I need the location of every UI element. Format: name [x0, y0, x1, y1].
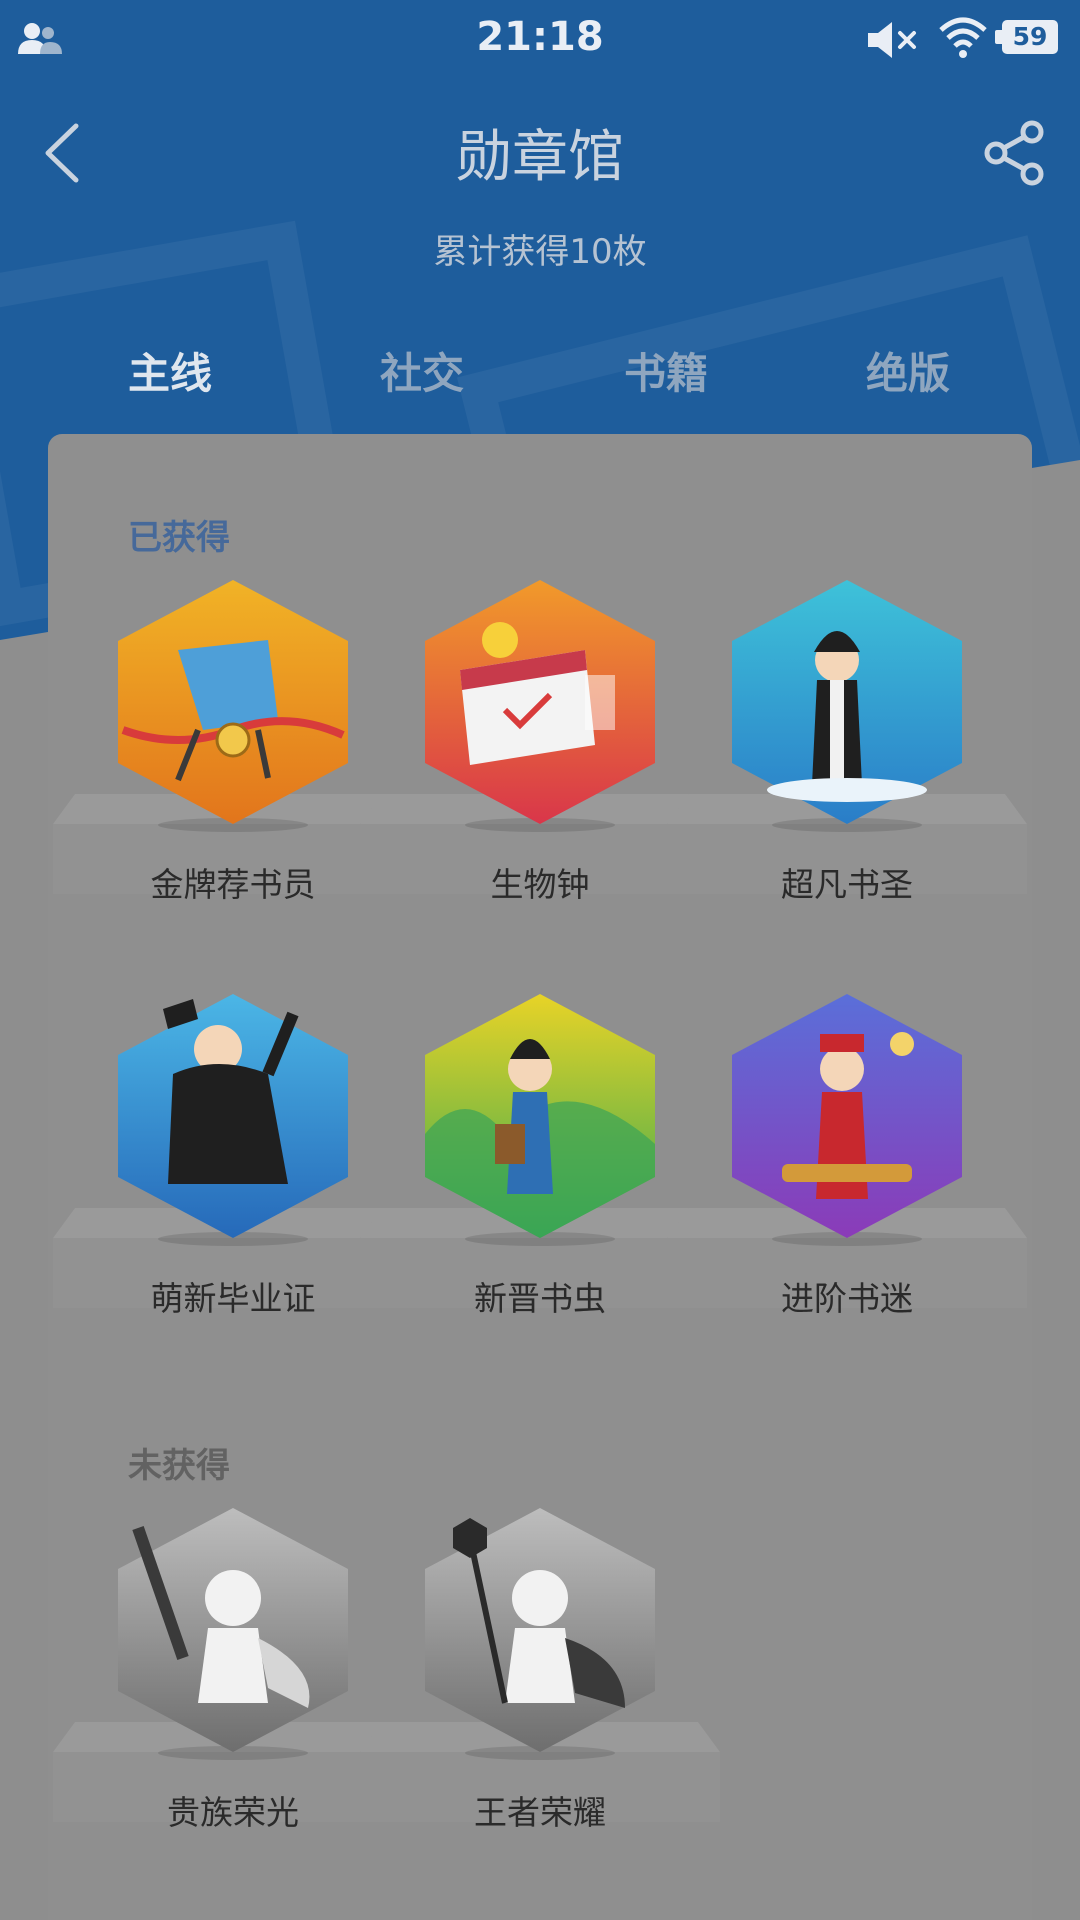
badge-name: 金牌荐书员: [150, 865, 316, 904]
biological-clock-badge-icon: [425, 580, 655, 824]
badge-name: 进阶书迷: [781, 1279, 913, 1318]
badge-item[interactable]: 贵族荣光: [53, 1508, 413, 1848]
mute-icon: [866, 20, 922, 64]
badge-name: 王者荣耀: [474, 1793, 606, 1832]
badge-item[interactable]: 进阶书迷: [667, 994, 1027, 1334]
badge-name: 超凡书圣: [781, 865, 913, 904]
badge-name: 贵族荣光: [167, 1793, 299, 1832]
battery-icon: 59: [995, 20, 1058, 54]
unearned-section-label: 未获得: [128, 1446, 230, 1486]
advanced-reader-badge-icon: [732, 994, 962, 1238]
badge-count-subtitle: 累计获得10枚: [433, 232, 647, 272]
page-title: 勋章馆: [456, 125, 624, 190]
wifi-icon: [938, 16, 988, 64]
new-bookworm-badge-icon: [425, 994, 655, 1238]
badge-item[interactable]: 萌新毕业证: [53, 994, 413, 1334]
badge-item[interactable]: 新晋书虫: [360, 994, 720, 1334]
tab-books[interactable]: 书籍: [624, 340, 708, 401]
gold-recommender-badge-icon: [118, 580, 348, 824]
tab-social[interactable]: 社交: [380, 340, 464, 401]
king-glory-badge-icon: [425, 1508, 655, 1752]
badge-name: 生物钟: [490, 865, 590, 904]
noble-glory-badge-icon: [118, 1508, 348, 1752]
share-button[interactable]: [980, 118, 1050, 188]
badge-name: 新晋书虫: [474, 1279, 606, 1318]
badge-item[interactable]: 金牌荐书员: [53, 580, 413, 920]
category-tabs: 主线 社交 书籍 绝版: [0, 340, 1080, 410]
tab-main[interactable]: 主线: [128, 340, 212, 401]
calligraphy-master-badge-icon: [732, 580, 962, 824]
badge-item[interactable]: 超凡书圣: [667, 580, 1027, 920]
share-icon: [984, 120, 1044, 186]
earned-section-label: 已获得: [128, 518, 230, 558]
tab-limited[interactable]: 绝版: [866, 340, 950, 401]
status-bar: 21:18 59: [0, 0, 1080, 80]
badge-item[interactable]: 王者荣耀: [360, 1508, 720, 1848]
newbie-graduate-badge-icon: [118, 994, 348, 1238]
badge-hall-screen: 21:18 59 勋章馆 累计获得10枚 主线 社交 书籍 绝版 已获得 金牌荐…: [0, 0, 1080, 1920]
badge-name: 萌新毕业证: [150, 1279, 316, 1318]
badge-item[interactable]: 生物钟: [360, 580, 720, 920]
